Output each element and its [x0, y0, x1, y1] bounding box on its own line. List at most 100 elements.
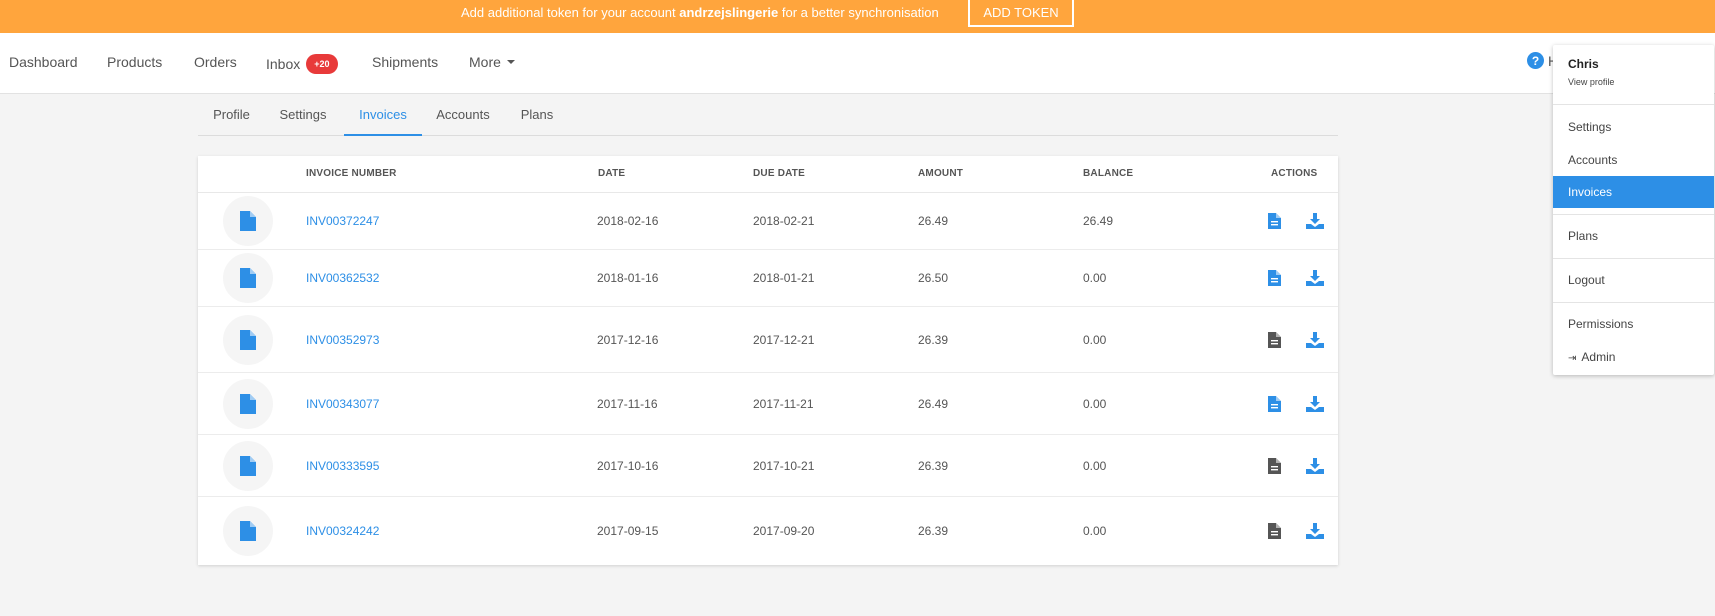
- invoice-date: 2017-11-16: [597, 396, 658, 411]
- menu-divider: [1553, 258, 1714, 259]
- view-invoice-icon[interactable]: [1268, 331, 1281, 348]
- invoice-number-link[interactable]: INV00324242: [306, 524, 379, 538]
- table-row: INV00362532 2018-01-16 2018-01-21 26.50 0.00: [198, 250, 1338, 307]
- invoice-due-date: 2017-11-21: [753, 396, 814, 411]
- table-header: INVOICE NUMBER DATE DUE DATE AMOUNT BALA…: [198, 156, 1338, 193]
- add-token-button[interactable]: ADD TOKEN: [968, 0, 1074, 27]
- menu-divider: [1553, 104, 1714, 105]
- invoice-file-icon: [223, 505, 273, 556]
- invoice-amount: 26.49: [918, 214, 949, 228]
- menu-item-admin[interactable]: ⇥ Admin: [1553, 341, 1714, 373]
- nav-inbox-label: Inbox: [266, 56, 301, 72]
- menu-divider: [1553, 214, 1714, 215]
- account-tabs: Profile Settings Invoices Accounts Plans: [198, 94, 1338, 136]
- nav-orders[interactable]: Orders: [194, 54, 237, 70]
- menu-item-admin-label: Admin: [1581, 350, 1616, 364]
- invoice-date: 2017-09-15: [597, 523, 659, 538]
- table-row: INV00352973 2017-12-16 2017-12-21 26.39 0.00: [198, 307, 1338, 373]
- table-row: INV00324242 2017-09-15 2017-09-20 26.39 0.00: [198, 497, 1338, 564]
- inbox-count-badge: +20: [306, 54, 338, 74]
- banner-message: Add additional token for your account an…: [461, 5, 939, 20]
- tab-profile[interactable]: Profile: [198, 94, 265, 136]
- menu-item-settings[interactable]: Settings: [1553, 111, 1714, 143]
- invoice-file-icon: [223, 314, 273, 365]
- invoice-number-link[interactable]: INV00352973: [306, 333, 379, 347]
- view-invoice-icon[interactable]: [1268, 395, 1281, 412]
- invoice-amount: 26.39: [918, 458, 949, 473]
- invoice-number-link[interactable]: INV00362532: [306, 271, 379, 285]
- invoice-amount: 26.49: [918, 396, 949, 411]
- invoice-date: 2017-12-16: [597, 332, 659, 347]
- invoice-amount: 26.50: [918, 271, 949, 285]
- banner-text-before: Add additional token for your account: [461, 5, 680, 20]
- token-banner: Add additional token for your account an…: [0, 0, 1715, 33]
- header-date: DATE: [598, 168, 626, 179]
- header-actions: ACTIONS: [1271, 168, 1318, 179]
- invoice-due-date: 2017-10-21: [753, 458, 815, 473]
- view-profile-link[interactable]: View profile: [1568, 77, 1614, 87]
- download-icon[interactable]: [1306, 395, 1324, 412]
- invoice-balance: 0.00: [1083, 396, 1107, 411]
- header-invoice-number: INVOICE NUMBER: [306, 168, 397, 179]
- view-invoice-icon[interactable]: [1268, 270, 1281, 286]
- invoice-file-icon: [223, 253, 273, 303]
- tab-accounts[interactable]: Accounts: [424, 94, 502, 136]
- invoice-balance: 0.00: [1083, 271, 1107, 285]
- caret-down-icon: [506, 60, 515, 64]
- invoice-date: 2018-02-16: [597, 214, 659, 228]
- nav-shipments[interactable]: Shipments: [372, 54, 438, 70]
- download-icon[interactable]: [1306, 270, 1324, 286]
- user-menu: Chris View profile Settings Accounts Inv…: [1553, 45, 1714, 375]
- menu-item-permissions[interactable]: Permissions: [1553, 308, 1714, 340]
- view-invoice-icon[interactable]: [1268, 213, 1281, 229]
- menu-item-logout[interactable]: Logout: [1553, 264, 1714, 296]
- banner-account-name: andrzejslingerie: [679, 5, 779, 20]
- invoice-due-date: 2018-02-21: [753, 214, 815, 228]
- menu-item-invoices[interactable]: Invoices: [1553, 176, 1714, 208]
- nav-more[interactable]: More: [469, 54, 515, 70]
- nav-products[interactable]: Products: [107, 54, 162, 70]
- invoice-file-icon: [223, 378, 273, 429]
- invoice-due-date: 2017-12-21: [753, 332, 815, 347]
- menu-item-accounts[interactable]: Accounts: [1553, 144, 1714, 176]
- download-icon[interactable]: [1306, 457, 1324, 474]
- invoice-due-date: 2017-09-20: [753, 523, 815, 538]
- nav-more-label: More: [469, 54, 501, 70]
- tab-settings[interactable]: Settings: [265, 94, 341, 136]
- top-navigation: Dashboard Products Orders Inbox +20 Ship…: [0, 33, 1715, 94]
- invoice-amount: 26.39: [918, 523, 949, 538]
- invoice-number-link[interactable]: INV00343077: [306, 397, 379, 411]
- view-invoice-icon[interactable]: [1268, 522, 1281, 539]
- header-amount: AMOUNT: [918, 168, 964, 179]
- invoice-date: 2017-10-16: [597, 458, 659, 473]
- invoice-date: 2018-01-16: [597, 271, 659, 285]
- download-icon[interactable]: [1306, 331, 1324, 348]
- header-balance: BALANCE: [1083, 168, 1134, 179]
- tab-plans[interactable]: Plans: [502, 94, 572, 136]
- banner-text-after: for a better synchronisation: [778, 5, 939, 20]
- download-icon[interactable]: [1306, 522, 1324, 539]
- sign-out-icon: ⇥: [1568, 353, 1577, 364]
- invoice-number-link[interactable]: INV00333595: [306, 459, 379, 473]
- invoice-balance: 26.49: [1083, 214, 1114, 228]
- invoice-amount: 26.39: [918, 332, 949, 347]
- table-row: INV00372247 2018-02-16 2018-02-21 26.49 26.4…: [198, 193, 1338, 250]
- invoice-balance: 0.00: [1083, 332, 1107, 347]
- download-icon[interactable]: [1306, 213, 1324, 229]
- table-row: INV00343077 2017-11-16 2017-11-21 26.49 0.00: [198, 373, 1338, 435]
- nav-inbox[interactable]: Inbox +20: [266, 54, 338, 74]
- invoice-balance: 0.00: [1083, 458, 1107, 473]
- menu-divider: [1553, 302, 1714, 303]
- menu-item-plans[interactable]: Plans: [1553, 220, 1714, 252]
- invoice-due-date: 2018-01-21: [753, 271, 815, 285]
- user-name: Chris: [1568, 57, 1599, 71]
- table-row: INV00333595 2017-10-16 2017-10-21 26.39 0.00: [198, 435, 1338, 497]
- invoice-file-icon: [223, 196, 273, 246]
- question-icon: ?: [1527, 52, 1544, 69]
- nav-dashboard[interactable]: Dashboard: [9, 54, 78, 70]
- invoices-table: INVOICE NUMBER DATE DUE DATE AMOUNT BALA…: [198, 156, 1338, 565]
- view-invoice-icon[interactable]: [1268, 457, 1281, 474]
- tab-invoices[interactable]: Invoices: [344, 94, 422, 136]
- invoice-number-link[interactable]: INV00372247: [306, 214, 379, 228]
- invoice-file-icon: [223, 440, 273, 491]
